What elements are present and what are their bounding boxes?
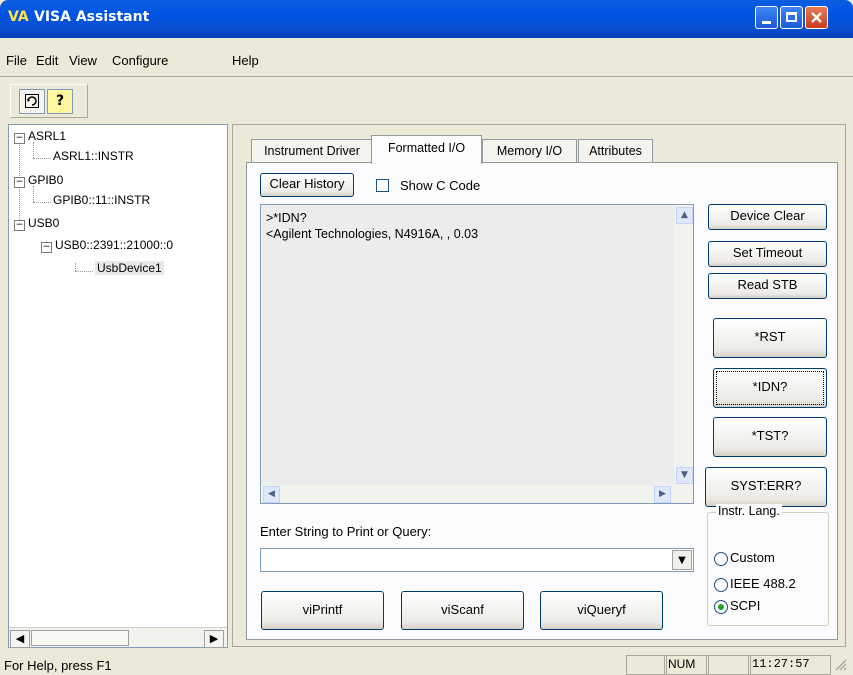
tree-line: [33, 186, 34, 202]
tree-item-asrl1[interactable]: ASRL1: [28, 129, 66, 143]
tab-formatted-io[interactable]: Formatted I/O: [371, 135, 482, 164]
status-pane-empty: [706, 655, 751, 675]
tree-line: [75, 263, 76, 271]
menu-file[interactable]: File: [6, 53, 27, 68]
syst-err-button[interactable]: SYST:ERR?: [705, 467, 827, 507]
viprintf-button[interactable]: viPrintf: [261, 591, 384, 630]
history-text: >*IDN? <Agilent Technologies, N4916A, , …: [266, 211, 479, 241]
toolbar: ?: [10, 84, 88, 118]
close-icon: [811, 12, 822, 23]
history-vertical-scrollbar[interactable]: ▲ ▼: [674, 205, 693, 503]
menu-bar: File Edit View Configure Help: [0, 47, 853, 73]
menu-view[interactable]: View: [69, 53, 97, 68]
status-help-text: For Help, press F1: [4, 658, 112, 673]
query-input[interactable]: [260, 548, 694, 572]
maximize-icon: [786, 12, 797, 22]
scrollbar-thumb[interactable]: [31, 630, 129, 646]
minimize-icon: [762, 21, 771, 24]
radio-ieee4882-label: IEEE 488.2: [730, 576, 796, 591]
menu-divider: [0, 76, 853, 77]
scroll-left-icon[interactable]: ◀: [263, 486, 280, 503]
tree-item-usb0[interactable]: USB0: [28, 216, 59, 230]
viscanf-button[interactable]: viScanf: [401, 591, 524, 630]
tree-item-gpib0[interactable]: GPIB0: [28, 173, 63, 187]
tab-memory-io[interactable]: Memory I/O: [482, 139, 577, 162]
tst-button[interactable]: *TST?: [713, 417, 827, 457]
radio-custom-label: Custom: [730, 550, 775, 565]
show-c-code-label: Show C Code: [400, 178, 481, 193]
radio-ieee4882[interactable]: [714, 578, 728, 592]
query-input-label: Enter String to Print or Query:: [260, 524, 432, 539]
scroll-left-icon[interactable]: ◀: [10, 630, 30, 648]
status-pane-empty: [626, 655, 667, 675]
idn-button[interactable]: *IDN?: [713, 368, 827, 408]
window-title: VISA Assistant: [34, 9, 150, 25]
resource-tree[interactable]: − ASRL1 ASRL1::INSTR − GPIB0 GPIB0::11::…: [8, 124, 228, 648]
read-stb-button[interactable]: Read STB: [708, 273, 827, 299]
help-icon: ?: [55, 93, 65, 109]
radio-custom[interactable]: [714, 552, 728, 566]
tree-item-asrl1-instr[interactable]: ASRL1::INSTR: [53, 149, 134, 163]
radio-scpi[interactable]: [714, 600, 728, 614]
menu-help[interactable]: Help: [232, 53, 259, 68]
chevron-down-icon[interactable]: ▼: [672, 550, 692, 570]
maximize-button[interactable]: [780, 6, 803, 29]
show-c-code-checkbox[interactable]: [376, 179, 389, 192]
tab-attributes[interactable]: Attributes: [578, 139, 653, 162]
history-horizontal-scrollbar[interactable]: ◀ ▶: [261, 485, 674, 503]
tree-line: [75, 271, 93, 272]
scroll-up-icon[interactable]: ▲: [676, 207, 693, 224]
radio-scpi-label: SCPI: [730, 598, 761, 613]
resize-grip-icon[interactable]: [832, 656, 848, 672]
tree-line: [33, 202, 51, 203]
menu-edit[interactable]: Edit: [36, 53, 58, 68]
device-clear-button[interactable]: Device Clear: [708, 204, 827, 230]
app-logo: VA: [8, 9, 29, 25]
title-border: [0, 36, 853, 38]
tree-collapse-icon[interactable]: −: [14, 220, 25, 231]
set-timeout-button[interactable]: Set Timeout: [708, 241, 827, 267]
refresh-button[interactable]: [19, 89, 45, 114]
instr-lang-legend: Instr. Lang.: [716, 504, 782, 518]
rst-button[interactable]: *RST: [713, 318, 827, 358]
menu-configure[interactable]: Configure: [112, 53, 168, 68]
clear-history-button[interactable]: Clear History: [260, 173, 354, 197]
tab-instrument-driver[interactable]: Instrument Driver: [251, 139, 373, 162]
help-button[interactable]: ?: [47, 89, 73, 114]
tree-item-gpib0-instr[interactable]: GPIB0::11::INSTR: [53, 193, 150, 207]
status-num: NUM: [664, 655, 709, 675]
status-time: 11:27:57: [748, 655, 831, 675]
close-button[interactable]: [805, 6, 828, 29]
viqueryf-button[interactable]: viQueryf: [540, 591, 663, 630]
minimize-button[interactable]: [755, 6, 778, 29]
tree-line: [33, 158, 51, 159]
tree-line: [33, 142, 34, 158]
refresh-icon: [25, 94, 39, 108]
tree-collapse-icon[interactable]: −: [41, 242, 52, 253]
scroll-right-icon[interactable]: ▶: [204, 630, 224, 648]
scroll-down-icon[interactable]: ▼: [676, 467, 693, 484]
tree-horizontal-scrollbar[interactable]: ◀ ▶: [9, 627, 227, 648]
history-output[interactable]: [260, 204, 694, 504]
tree-item-usbdevice1[interactable]: UsbDevice1: [95, 261, 164, 275]
tree-item-usb0-device[interactable]: USB0::2391::21000::0: [55, 238, 173, 252]
scroll-right-icon[interactable]: ▶: [654, 486, 671, 503]
tree-collapse-icon[interactable]: −: [14, 177, 25, 188]
tree-collapse-icon[interactable]: −: [14, 133, 25, 144]
